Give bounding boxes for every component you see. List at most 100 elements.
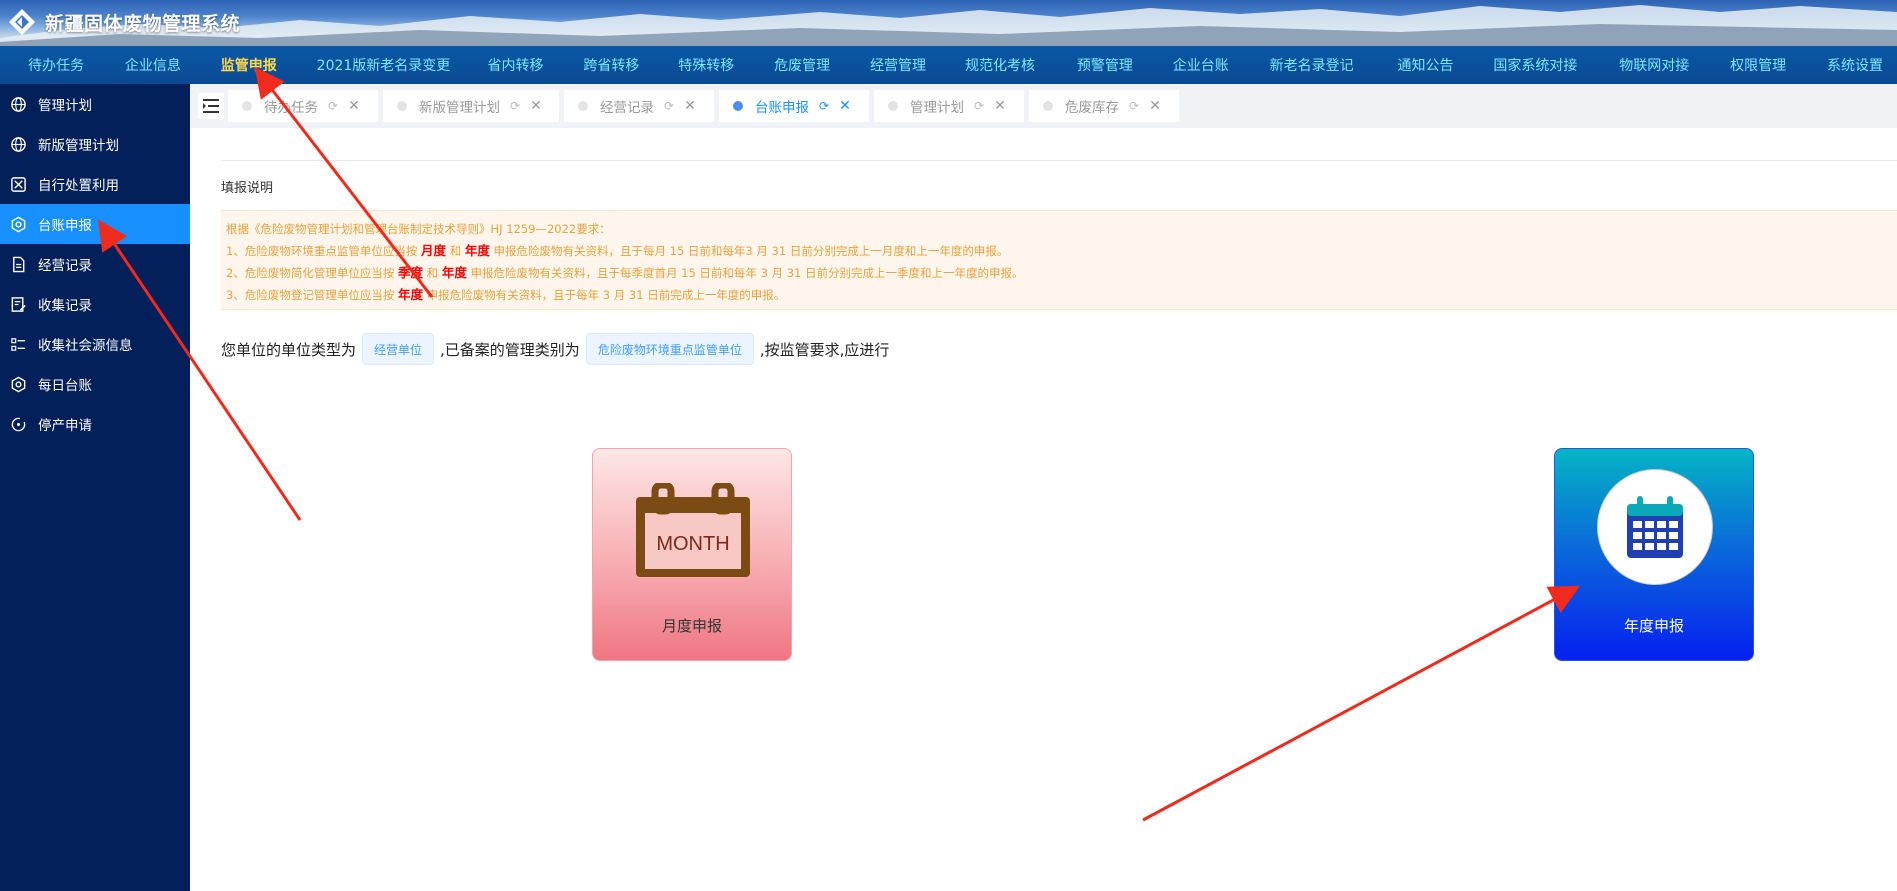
tab-hazardous-inventory[interactable]: 危废库存 ⟳ ✕ xyxy=(1029,90,1179,122)
mountain-banner-image xyxy=(0,5,1897,46)
notice-alert: 根据《危险废物管理计划和管理台账制定技术导则》HJ 1259—2022要求： 1… xyxy=(221,210,1897,310)
annual-report-card[interactable]: 年度申报 xyxy=(1554,448,1754,661)
nav-item-enterprise-ledger[interactable]: 企业台账 xyxy=(1173,55,1270,75)
close-icon[interactable]: ✕ xyxy=(839,98,851,114)
notice-line-3: 3、危险废物登记管理单位应当按 年度 申报危险废物有关资料，且于每年 3 月 3… xyxy=(226,284,1897,306)
annual-report-label: 年度申报 xyxy=(1623,617,1684,635)
sidebar-item-label: 收集社会源信息 xyxy=(38,338,133,354)
nav-item-directory-change-2021[interactable]: 2021版新老名录变更 xyxy=(317,55,488,75)
notice-text: 申报危险废物有关资料，且于每年 3 月 31 日前完成上一年度的申报。 xyxy=(423,288,786,302)
sidebar-item-social-source-info[interactable]: 收集社会源信息 xyxy=(0,324,190,364)
divider xyxy=(221,160,1897,161)
tab-ledger-report[interactable]: 台账申报 ⟳ ✕ xyxy=(719,90,869,122)
tab-label: 台账申报 xyxy=(755,100,809,116)
refresh-icon[interactable]: ⟳ xyxy=(974,99,984,113)
tab-label: 新版管理计划 xyxy=(419,100,500,116)
unit-prefix-text: 您单位的单位类型为 xyxy=(221,340,357,359)
tab-status-dot xyxy=(578,101,588,111)
nav-item-directory-registration[interactable]: 新老名录登记 xyxy=(1270,55,1398,75)
document-icon xyxy=(9,255,27,273)
nav-item-operation-management[interactable]: 经营管理 xyxy=(870,55,965,75)
monthly-report-label: 月度申报 xyxy=(661,617,722,635)
tab-management-plan[interactable]: 管理计划 ⟳ ✕ xyxy=(874,90,1024,122)
close-icon[interactable]: ✕ xyxy=(994,98,1006,114)
nav-item-standardization-assessment[interactable]: 规范化考核 xyxy=(965,55,1077,75)
sidebar-item-ledger-report[interactable]: 台账申报 xyxy=(0,204,190,244)
diamond-logo-icon xyxy=(9,9,35,35)
menu-fold-icon xyxy=(203,99,219,113)
nav-item-hazardous-waste[interactable]: 危废管理 xyxy=(774,55,870,75)
nav-item-notice[interactable]: 通知公告 xyxy=(1397,55,1493,75)
notice-text: 申报危险废物有关资料，且于每月 15 日前和每年3 月 31 日前分别完成上一月… xyxy=(489,244,1009,258)
nav-item-warning[interactable]: 预警管理 xyxy=(1077,55,1173,75)
globe-icon xyxy=(9,135,27,153)
app-title: 新疆固体废物管理系统 xyxy=(45,12,241,35)
tab-status-dot xyxy=(733,101,743,111)
sidebar-item-self-disposal[interactable]: 自行处置利用 xyxy=(0,164,190,204)
nav-item-national-system[interactable]: 国家系统对接 xyxy=(1493,55,1619,75)
globe-icon xyxy=(9,95,27,113)
list-icon xyxy=(9,335,27,353)
notice-text: 1、危险废物环境重点监管单位应当按 xyxy=(226,244,421,258)
close-icon[interactable]: ✕ xyxy=(530,98,542,114)
refresh-icon[interactable]: ⟳ xyxy=(819,99,829,113)
menu-toggle-button[interactable] xyxy=(198,93,224,119)
sidebar-item-label: 台账申报 xyxy=(38,218,92,234)
tab-status-dot xyxy=(1043,101,1053,111)
sidebar-item-operation-record[interactable]: 经营记录 xyxy=(0,244,190,284)
notice-highlight: 季度 xyxy=(397,265,423,280)
tab-label: 待办任务 xyxy=(264,100,318,116)
sidebar-item-label: 自行处置利用 xyxy=(38,178,119,194)
hexagon-icon xyxy=(9,215,27,233)
tab-label: 危废库存 xyxy=(1065,100,1119,116)
tab-operation-record[interactable]: 经营记录 ⟳ ✕ xyxy=(564,90,714,122)
notice-text: 2、危险废物简化管理单位应当按 xyxy=(226,266,398,280)
close-icon[interactable]: ✕ xyxy=(684,98,696,114)
nav-item-enterprise-info[interactable]: 企业信息 xyxy=(125,55,221,75)
calendar-month-text: MONTH xyxy=(656,533,729,555)
sidebar: 管理计划 新版管理计划 自行处置利用 台账申报 经营记录 收集记录 收集社会源信… xyxy=(0,84,190,891)
nav-item-todo[interactable]: 待办任务 xyxy=(28,55,125,75)
power-icon xyxy=(9,415,27,433)
notice-text: 3、危险废物登记管理单位应当按 xyxy=(226,288,398,302)
nav-item-permission[interactable]: 权限管理 xyxy=(1730,55,1827,75)
sidebar-item-label: 新版管理计划 xyxy=(38,138,119,154)
sidebar-item-collection-record[interactable]: 收集记录 xyxy=(0,284,190,324)
tab-status-dot xyxy=(242,101,252,111)
sidebar-item-new-management-plan[interactable]: 新版管理计划 xyxy=(0,124,190,164)
refresh-icon[interactable]: ⟳ xyxy=(510,99,520,113)
nav-item-in-province-transfer[interactable]: 省内转移 xyxy=(487,55,583,75)
sidebar-item-daily-ledger[interactable]: 每日台账 xyxy=(0,364,190,404)
nav-item-system-settings[interactable]: 系统设置 xyxy=(1827,55,1897,75)
tab-bar: 待办任务 ⟳ ✕ 新版管理计划 ⟳ ✕ 经营记录 ⟳ ✕ 台账申报 ⟳ ✕ 管理… xyxy=(190,84,1897,128)
notice-text: 申报危险废物有关资料，且于每季度首月 15 日前和每年 3 月 31 日前分别完… xyxy=(466,266,1024,280)
refresh-icon[interactable]: ⟳ xyxy=(664,99,674,113)
monthly-report-card[interactable]: MONTH 月度申报 xyxy=(592,448,792,661)
close-icon[interactable]: ✕ xyxy=(1149,98,1161,114)
nav-item-special-transfer[interactable]: 特殊转移 xyxy=(678,55,774,75)
notice-highlight: 年度 xyxy=(397,287,423,302)
refresh-icon[interactable]: ⟳ xyxy=(328,99,338,113)
nav-item-cross-province-transfer[interactable]: 跨省转移 xyxy=(583,55,678,75)
unit-type-tag: 经营单位 xyxy=(362,333,435,365)
notice-line-1: 1、危险废物环境重点监管单位应当按 月度 和 年度 申报危险废物有关资料，且于每… xyxy=(226,240,1897,262)
unit-middle-text: ,已备案的管理类别为 xyxy=(440,340,580,359)
close-icon[interactable]: ✕ xyxy=(348,98,360,114)
sidebar-item-label: 经营记录 xyxy=(38,258,92,274)
refresh-icon[interactable]: ⟳ xyxy=(1129,99,1139,113)
hexagon-icon xyxy=(9,375,27,393)
sidebar-item-label: 管理计划 xyxy=(38,98,92,114)
app-header: 新疆固体废物管理系统 xyxy=(0,0,1897,46)
nav-item-iot[interactable]: 物联网对接 xyxy=(1619,55,1730,75)
tab-todo[interactable]: 待办任务 ⟳ ✕ xyxy=(228,90,378,122)
main-content: 填报说明 根据《危险废物管理计划和管理台账制定技术导则》HJ 1259—2022… xyxy=(190,128,1897,891)
nav-item-supervision-report[interactable]: 监管申报 xyxy=(221,55,317,75)
tab-new-management-plan[interactable]: 新版管理计划 ⟳ ✕ xyxy=(383,90,559,122)
sidebar-item-management-plan[interactable]: 管理计划 xyxy=(0,84,190,124)
sidebar-item-production-stop[interactable]: 停产申请 xyxy=(0,404,190,444)
recycle-icon xyxy=(9,175,27,193)
notice-line-0: 根据《危险废物管理计划和管理台账制定技术导则》HJ 1259—2022要求： xyxy=(226,222,611,236)
unit-type-statement: 您单位的单位类型为 经营单位 ,已备案的管理类别为 危险废物环境重点监管单位 ,… xyxy=(221,332,889,366)
management-category-tag: 危险废物环境重点监管单位 xyxy=(585,333,754,365)
tab-label: 管理计划 xyxy=(910,100,964,116)
